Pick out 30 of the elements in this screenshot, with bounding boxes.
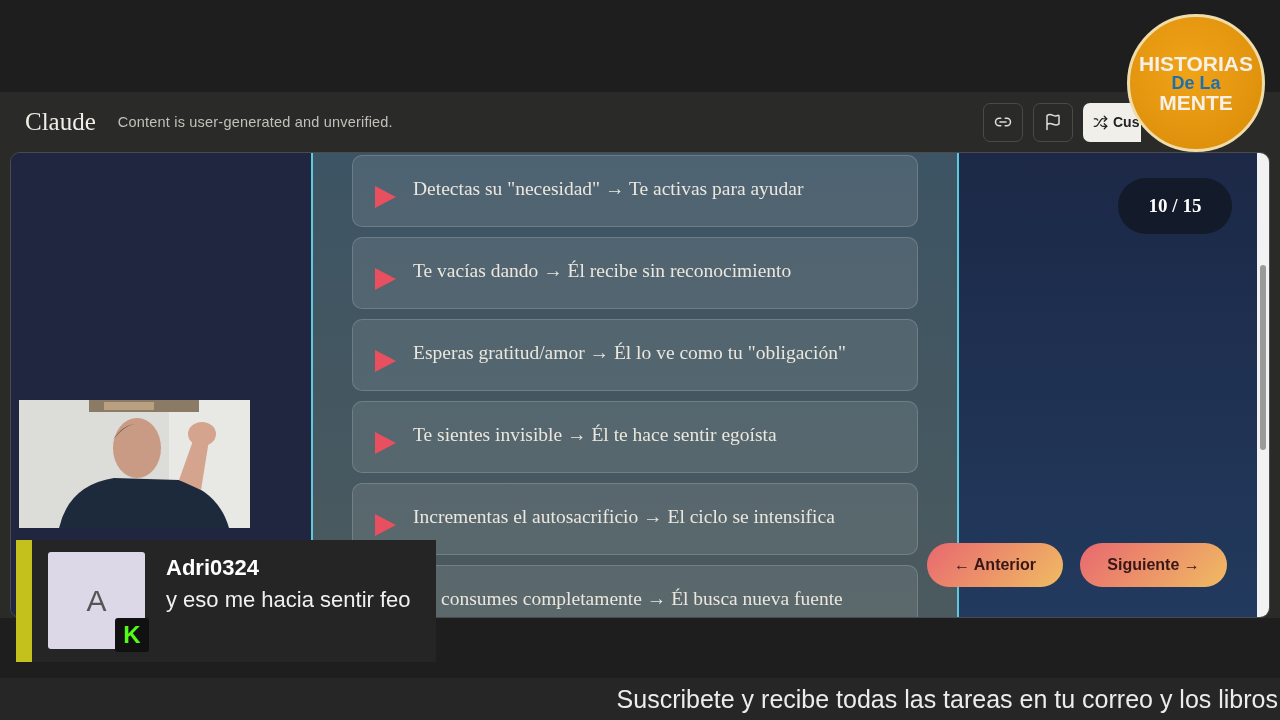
scroll-thumb[interactable] bbox=[1260, 265, 1266, 450]
item-text: Detectas su "necesidad" → Te activas para ayudar bbox=[413, 178, 804, 200]
logo-text: HISTORIAS bbox=[1139, 53, 1253, 74]
triangle-icon bbox=[373, 431, 397, 455]
platform-badge: K bbox=[115, 618, 149, 652]
triangle-icon bbox=[373, 349, 397, 373]
ticker-text: Suscribete y recibe todas las tareas en tu correo y los libros bbox=[616, 684, 1279, 714]
item-text: Te sientes invisible → Él te hace sentir egoísta bbox=[413, 424, 777, 446]
previous-button[interactable]: ← Anterior bbox=[927, 543, 1063, 587]
triangle-icon bbox=[373, 513, 397, 537]
next-button[interactable]: Siguiente → bbox=[1080, 543, 1227, 587]
shuffle-icon bbox=[1093, 114, 1108, 130]
flag-icon bbox=[1044, 113, 1062, 131]
logo-text: De La bbox=[1171, 74, 1221, 92]
triangle-icon bbox=[373, 267, 397, 291]
item-text: Esperas gratitud/amor → Él lo ve como tu "obligación" bbox=[413, 342, 846, 364]
item-text: Te vacías dando → Él recibe sin reconocimiento bbox=[413, 260, 792, 282]
scrollbar[interactable] bbox=[1257, 153, 1269, 617]
triangle-icon bbox=[373, 185, 397, 209]
link-button[interactable] bbox=[983, 102, 1023, 142]
app-title: Claude bbox=[25, 108, 96, 136]
customize-button[interactable]: Cus bbox=[1083, 102, 1141, 142]
chat-username: Adri0324 bbox=[166, 555, 260, 581]
content-notice: Content is user-generated and unverified. bbox=[117, 114, 393, 130]
slide-counter: 10 / 15 bbox=[1118, 178, 1232, 234]
item-text: Incrementas el autosacrificio → El ciclo se intensifica bbox=[413, 506, 835, 528]
logo-text: MENTE bbox=[1159, 92, 1233, 113]
flag-button[interactable] bbox=[1033, 102, 1073, 142]
chat-message: y eso me hacia sentir feo bbox=[166, 587, 411, 613]
item-text: consumes completamente → Él busca nueva fuente bbox=[441, 588, 843, 610]
